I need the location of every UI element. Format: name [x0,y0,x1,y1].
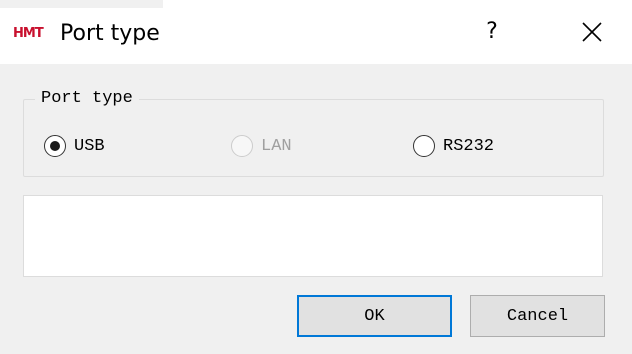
radio-lan: LAN [231,133,292,159]
help-button[interactable]: ? [470,12,514,52]
radio-rs232-indicator[interactable] [413,135,435,157]
window-title: Port type [60,21,160,46]
radio-lan-indicator [231,135,253,157]
radio-checked-dot [49,140,60,151]
radio-usb-label: USB [74,136,105,156]
ok-button[interactable]: OK [297,295,452,337]
title-bar-strip [0,0,163,8]
port-type-dialog: HMT Port type ? Port type USB LAN RS232 … [0,0,632,354]
info-text-box[interactable] [23,195,603,277]
radio-lan-label: LAN [261,136,292,156]
radio-rs232-label: RS232 [443,136,495,156]
cancel-button[interactable]: Cancel [470,295,605,337]
radio-usb[interactable]: USB [44,133,105,159]
app-logo-icon: HMT [13,26,44,41]
close-x-icon [582,22,602,42]
radio-rs232[interactable]: RS232 [413,133,494,159]
port-type-groupbox [23,99,604,177]
radio-usb-indicator[interactable] [44,135,66,157]
port-type-legend: Port type [35,89,139,109]
close-button[interactable] [566,12,618,52]
